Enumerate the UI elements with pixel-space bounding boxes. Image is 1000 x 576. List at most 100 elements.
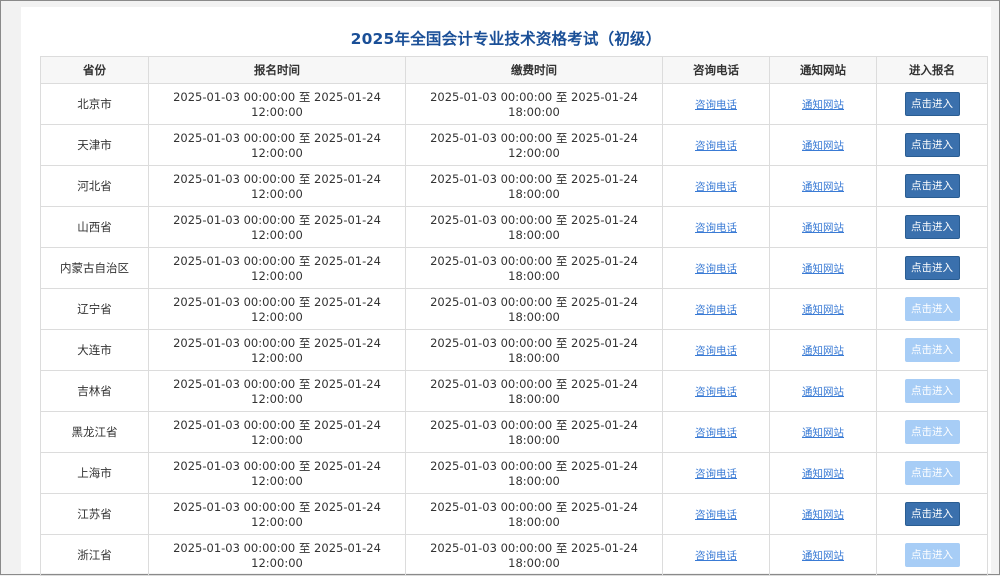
table-row: 江苏省 2025-01-03 00:00:00 至 2025-01-24 12:0… xyxy=(40,493,988,535)
registration-time-cell: 2025-01-03 00:00:00 至 2025-01-24 12:00:0… xyxy=(148,247,406,289)
phone-cell: 咨询电话 xyxy=(662,247,770,289)
enter-button[interactable]: 点击进入 xyxy=(904,338,960,362)
window-frame: 2025年全国会计专业技术资格考试（初级） 省份 报名时间 缴费时间 咨询电话 … xyxy=(0,0,1000,576)
phone-link[interactable]: 咨询电话 xyxy=(695,427,737,439)
province-cell: 内蒙古自治区 xyxy=(40,247,149,289)
table-row: 大连市 2025-01-03 00:00:00 至 2025-01-24 12:0… xyxy=(40,329,988,371)
phone-link[interactable]: 咨询电话 xyxy=(695,550,737,562)
province-cell: 山西省 xyxy=(40,206,149,248)
province-cell: 浙江省 xyxy=(40,534,149,576)
table-row: 内蒙古自治区 2025-01-03 00:00:00 至 2025-01-24 1… xyxy=(40,247,988,289)
enter-cell: 点击进入 xyxy=(876,288,988,330)
phone-link[interactable]: 咨询电话 xyxy=(695,99,737,111)
registration-table: 省份 报名时间 缴费时间 咨询电话 通知网站 进入报名 北京市 2025-01-0… xyxy=(40,56,988,576)
notice-site-link[interactable]: 通知网站 xyxy=(802,304,844,316)
phone-link[interactable]: 咨询电话 xyxy=(695,222,737,234)
phone-cell: 咨询电话 xyxy=(662,452,770,494)
enter-button[interactable]: 点击进入 xyxy=(904,461,960,485)
province-cell: 黑龙江省 xyxy=(40,411,149,453)
header-province: 省份 xyxy=(40,56,149,84)
enter-button[interactable]: 点击进入 xyxy=(904,174,960,198)
enter-button[interactable]: 点击进入 xyxy=(904,543,960,567)
enter-cell: 点击进入 xyxy=(876,370,988,412)
registration-time-cell: 2025-01-03 00:00:00 至 2025-01-24 12:00:0… xyxy=(148,165,406,207)
header-phone: 咨询电话 xyxy=(662,56,770,84)
notice-site-cell: 通知网站 xyxy=(769,370,877,412)
payment-time-cell: 2025-01-03 00:00:00 至 2025-01-24 12:00:0… xyxy=(405,124,663,166)
enter-cell: 点击进入 xyxy=(876,165,988,207)
notice-site-cell: 通知网站 xyxy=(769,452,877,494)
enter-cell: 点击进入 xyxy=(876,124,988,166)
notice-site-cell: 通知网站 xyxy=(769,329,877,371)
payment-time-cell: 2025-01-03 00:00:00 至 2025-01-24 18:00:0… xyxy=(405,247,663,289)
enter-button[interactable]: 点击进入 xyxy=(904,502,960,526)
province-cell: 天津市 xyxy=(40,124,149,166)
phone-link[interactable]: 咨询电话 xyxy=(695,304,737,316)
phone-link[interactable]: 咨询电话 xyxy=(695,386,737,398)
phone-link[interactable]: 咨询电话 xyxy=(695,140,737,152)
table-row: 辽宁省 2025-01-03 00:00:00 至 2025-01-24 12:0… xyxy=(40,288,988,330)
header-registration-time: 报名时间 xyxy=(148,56,406,84)
payment-time-cell: 2025-01-03 00:00:00 至 2025-01-24 18:00:0… xyxy=(405,206,663,248)
registration-time-cell: 2025-01-03 00:00:00 至 2025-01-24 12:00:0… xyxy=(148,329,406,371)
notice-site-link[interactable]: 通知网站 xyxy=(802,386,844,398)
notice-site-link[interactable]: 通知网站 xyxy=(802,427,844,439)
province-cell: 北京市 xyxy=(40,83,149,125)
header-payment-time: 缴费时间 xyxy=(405,56,663,84)
notice-site-cell: 通知网站 xyxy=(769,206,877,248)
registration-time-cell: 2025-01-03 00:00:00 至 2025-01-24 12:00:0… xyxy=(148,124,406,166)
notice-site-link[interactable]: 通知网站 xyxy=(802,99,844,111)
notice-site-link[interactable]: 通知网站 xyxy=(802,345,844,357)
enter-button[interactable]: 点击进入 xyxy=(904,379,960,403)
enter-button[interactable]: 点击进入 xyxy=(904,133,960,157)
table-row: 浙江省 2025-01-03 00:00:00 至 2025-01-24 12:0… xyxy=(40,534,988,576)
phone-link[interactable]: 咨询电话 xyxy=(695,263,737,275)
payment-time-cell: 2025-01-03 00:00:00 至 2025-01-24 18:00:0… xyxy=(405,452,663,494)
enter-button[interactable]: 点击进入 xyxy=(904,92,960,116)
notice-site-link[interactable]: 通知网站 xyxy=(802,222,844,234)
notice-site-cell: 通知网站 xyxy=(769,288,877,330)
enter-button[interactable]: 点击进入 xyxy=(904,256,960,280)
phone-link[interactable]: 咨询电话 xyxy=(695,468,737,480)
phone-link[interactable]: 咨询电话 xyxy=(695,509,737,521)
registration-time-cell: 2025-01-03 00:00:00 至 2025-01-24 12:00:0… xyxy=(148,83,406,125)
table-row: 上海市 2025-01-03 00:00:00 至 2025-01-24 12:0… xyxy=(40,452,988,494)
registration-time-cell: 2025-01-03 00:00:00 至 2025-01-24 12:00:0… xyxy=(148,493,406,535)
province-cell: 辽宁省 xyxy=(40,288,149,330)
payment-time-cell: 2025-01-03 00:00:00 至 2025-01-24 18:00:0… xyxy=(405,165,663,207)
registration-time-cell: 2025-01-03 00:00:00 至 2025-01-24 12:00:0… xyxy=(148,288,406,330)
registration-time-cell: 2025-01-03 00:00:00 至 2025-01-24 12:00:0… xyxy=(148,452,406,494)
payment-time-cell: 2025-01-03 00:00:00 至 2025-01-24 18:00:0… xyxy=(405,493,663,535)
phone-cell: 咨询电话 xyxy=(662,83,770,125)
notice-site-link[interactable]: 通知网站 xyxy=(802,140,844,152)
table-row: 北京市 2025-01-03 00:00:00 至 2025-01-24 12:0… xyxy=(40,83,988,125)
enter-button[interactable]: 点击进入 xyxy=(904,215,960,239)
header-notice-site: 通知网站 xyxy=(769,56,877,84)
enter-cell: 点击进入 xyxy=(876,411,988,453)
enter-cell: 点击进入 xyxy=(876,83,988,125)
notice-site-cell: 通知网站 xyxy=(769,124,877,166)
enter-cell: 点击进入 xyxy=(876,493,988,535)
phone-link[interactable]: 咨询电话 xyxy=(695,181,737,193)
notice-site-link[interactable]: 通知网站 xyxy=(802,181,844,193)
notice-site-link[interactable]: 通知网站 xyxy=(802,263,844,275)
enter-button[interactable]: 点击进入 xyxy=(904,420,960,444)
notice-site-link[interactable]: 通知网站 xyxy=(802,550,844,562)
notice-site-cell: 通知网站 xyxy=(769,534,877,576)
phone-link[interactable]: 咨询电话 xyxy=(695,345,737,357)
payment-time-cell: 2025-01-03 00:00:00 至 2025-01-24 18:00:0… xyxy=(405,288,663,330)
header-enter: 进入报名 xyxy=(876,56,988,84)
notice-site-link[interactable]: 通知网站 xyxy=(802,468,844,480)
table-row: 山西省 2025-01-03 00:00:00 至 2025-01-24 12:0… xyxy=(40,206,988,248)
province-cell: 大连市 xyxy=(40,329,149,371)
payment-time-cell: 2025-01-03 00:00:00 至 2025-01-24 18:00:0… xyxy=(405,370,663,412)
notice-site-link[interactable]: 通知网站 xyxy=(802,509,844,521)
content-panel: 2025年全国会计专业技术资格考试（初级） 省份 报名时间 缴费时间 咨询电话 … xyxy=(21,7,991,576)
province-cell: 河北省 xyxy=(40,165,149,207)
registration-time-cell: 2025-01-03 00:00:00 至 2025-01-24 12:00:0… xyxy=(148,411,406,453)
enter-cell: 点击进入 xyxy=(876,534,988,576)
enter-cell: 点击进入 xyxy=(876,452,988,494)
table-row: 黑龙江省 2025-01-03 00:00:00 至 2025-01-24 12:… xyxy=(40,411,988,453)
enter-cell: 点击进入 xyxy=(876,206,988,248)
enter-button[interactable]: 点击进入 xyxy=(904,297,960,321)
